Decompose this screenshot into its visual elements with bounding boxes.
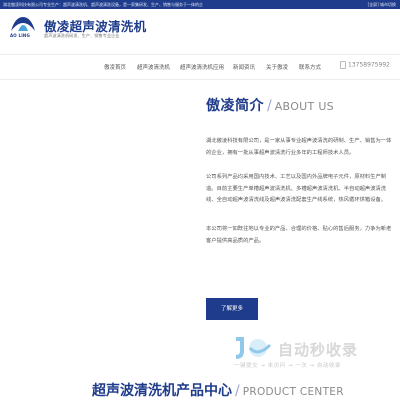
brand-subtitle: 超声波清洗机研发、生产、销售专业企业 <box>44 33 120 38</box>
logo-text: AO LING <box>10 33 30 38</box>
about-title-separator: / <box>267 98 272 114</box>
product-title-cn: 超声波清洗机产品中心 <box>92 383 232 399</box>
nav-item-ultrasonic-cleaner[interactable]: 超声波清洗机 <box>137 63 170 71</box>
watermark-slogan: 一键提交 → 未访问 → 一次 → 自动收录 <box>234 363 341 369</box>
product-title-en: PRODUCT CENTER <box>242 386 344 398</box>
top-bar-links[interactable]: [全屏] 城市切换 <box>368 1 396 8</box>
about-paragraph-3: 本公司将一如既往地以专业的产品、合理的价格、贴心的售后服务，力争为新老客户提供高… <box>206 226 392 244</box>
phone-number[interactable]: 13758975992 <box>340 61 390 69</box>
about-heading: 傲凌简介 / ABOUT US <box>206 95 334 115</box>
top-bar-intro: 湖北傲凌科技有限公司专业生产：超声波清洗机、超声波清洗设备，是一家集研发、生产、… <box>3 2 203 7</box>
logo-swirl-icon <box>11 17 35 31</box>
watermark-logo-icon <box>235 337 272 359</box>
nav-item-applications[interactable]: 超声波清洗机应用 <box>180 63 224 71</box>
nav-item-about[interactable]: 关于傲凌 <box>266 63 288 71</box>
product-center-heading: 超声波清洗机产品中心 / PRODUCT CENTER <box>92 380 344 400</box>
watermark: 自动秒收录 一键提交 → 未访问 → 一次 → 自动收录 <box>228 337 388 373</box>
top-bar: 湖北傲凌科技有限公司专业生产：超声波清洗机、超声波清洗设备，是一家集研发、生产、… <box>0 0 400 9</box>
learn-more-button[interactable]: 了解更多 <box>206 298 258 320</box>
phone-text: 13758975992 <box>348 61 390 69</box>
about-paragraph-1: 湖北傲凌科技有限公司，是一家从事专业超声波清洗的研制、生产、销售为一体的企业，拥… <box>206 138 392 156</box>
main-nav: 傲凌首页 超声波清洗机 超声波清洗机应用 新闻资讯 关于傲凌 联系方式 1375… <box>0 54 400 80</box>
about-paragraph-2: 公司系列产品均采用国内技术、工艺以及国内外品牌电子元件，原材料生产制造。目前主要… <box>206 174 387 203</box>
product-title-separator: / <box>235 383 240 399</box>
about-title-cn: 傲凌简介 <box>206 98 264 114</box>
phone-icon <box>340 61 346 69</box>
nav-item-contact[interactable]: 联系方式 <box>299 63 321 71</box>
company-logo[interactable]: AO LING <box>9 15 37 41</box>
watermark-text: 自动秒收录 <box>278 341 359 359</box>
nav-item-home[interactable]: 傲凌首页 <box>104 63 126 71</box>
about-title-en: ABOUT US <box>274 100 334 113</box>
nav-item-news[interactable]: 新闻资讯 <box>233 63 255 71</box>
